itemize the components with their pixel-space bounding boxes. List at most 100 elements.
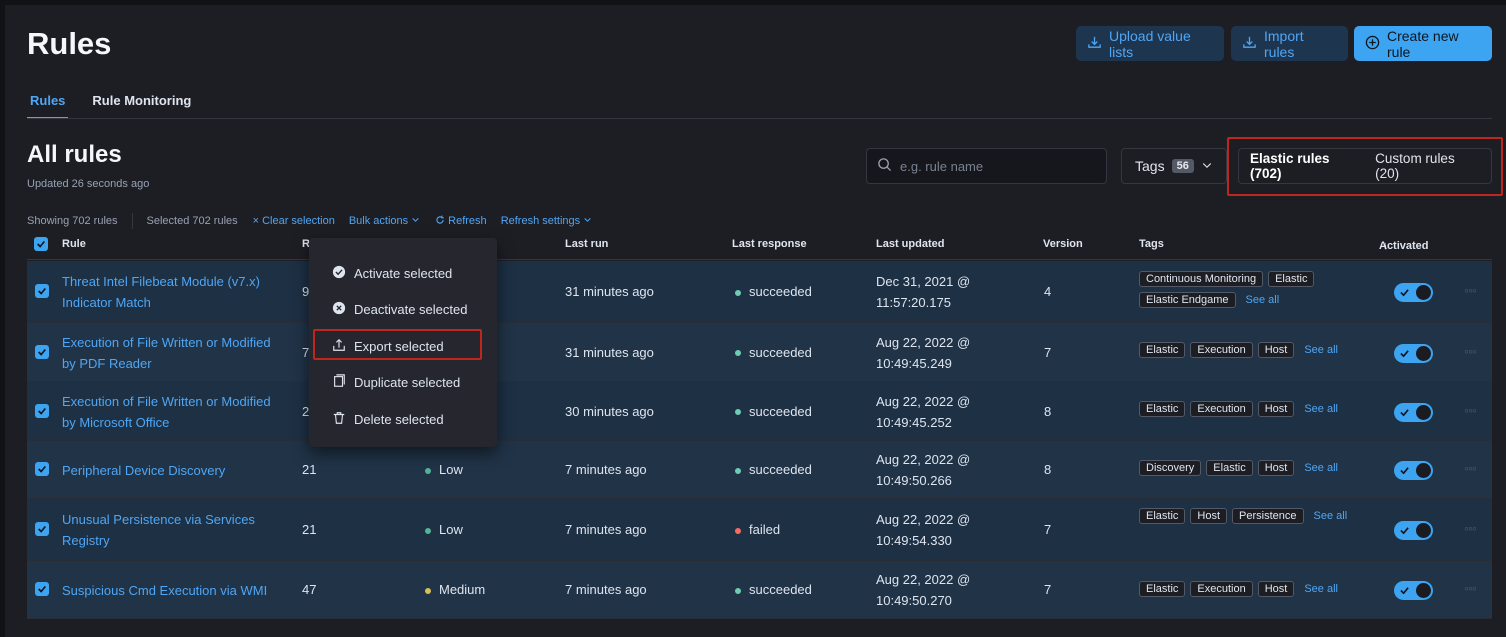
refresh-icon xyxy=(435,215,445,228)
tag-badge[interactable]: Execution xyxy=(1190,342,1253,358)
deactivate-selected-menu-item[interactable]: Deactivate selected xyxy=(309,292,497,329)
activated-toggle[interactable] xyxy=(1394,581,1433,600)
cross-circle-icon xyxy=(332,301,346,318)
activated-toggle[interactable] xyxy=(1394,461,1433,480)
tag-badge[interactable]: Discovery xyxy=(1139,460,1202,476)
import-icon xyxy=(1242,35,1257,53)
refresh-settings-button[interactable]: Refresh settings xyxy=(501,215,592,227)
check-circle-icon xyxy=(332,265,346,282)
tab-rules[interactable]: Rules xyxy=(27,88,69,119)
rule-name-link[interactable]: Peripheral Device Discovery xyxy=(62,460,292,481)
activate-selected-label: Activate selected xyxy=(354,265,453,281)
toggle-knob xyxy=(1416,463,1431,478)
column-header-version[interactable]: Version xyxy=(1043,238,1083,250)
tag-badge[interactable]: Continuous Monitoring xyxy=(1139,271,1264,287)
row-actions-icon[interactable]: ◦◦◦ xyxy=(1464,343,1477,359)
last-response-label: failed xyxy=(749,522,781,537)
toggle-knob xyxy=(1416,285,1431,300)
activated-toggle[interactable] xyxy=(1394,343,1433,363)
rule-version: 7 xyxy=(1044,522,1052,537)
toggle-knob xyxy=(1416,523,1431,538)
tag-badge[interactable]: Elastic xyxy=(1268,271,1315,287)
rule-name-line: Indicator Match xyxy=(62,295,151,310)
tag-badge[interactable]: Host xyxy=(1190,508,1228,524)
last-updated: Aug 22, 2022 @ 10:49:50.266 xyxy=(876,449,970,491)
row-actions-icon[interactable]: ◦◦◦ xyxy=(1464,402,1477,418)
updated-timestamp: Updated 26 seconds ago xyxy=(27,178,150,190)
column-header-rule[interactable]: Rule xyxy=(62,238,86,250)
tag-badge[interactable]: Host xyxy=(1257,401,1295,417)
see-all-tags-link[interactable]: See all xyxy=(1299,403,1343,415)
row-checkbox[interactable] xyxy=(35,403,49,418)
bulk-actions-button[interactable]: Bulk actions xyxy=(349,215,420,227)
status-dot xyxy=(735,527,741,534)
search-input[interactable] xyxy=(900,158,1090,174)
severity-dot xyxy=(425,527,431,534)
row-checkbox[interactable] xyxy=(35,344,49,359)
rule-name-link[interactable]: Unusual Persistence via Services Registr… xyxy=(62,509,292,551)
last-updated: Dec 31, 2021 @ 11:57:20.175 xyxy=(876,271,970,313)
tag-badge[interactable]: Execution xyxy=(1190,401,1253,417)
row-actions-icon[interactable]: ◦◦◦ xyxy=(1464,520,1477,536)
duplicate-selected-label: Duplicate selected xyxy=(354,375,461,391)
delete-selected-menu-item[interactable]: Delete selected xyxy=(309,401,497,438)
tag-list: Elastic Host Persistence See all xyxy=(1139,508,1364,524)
activated-toggle[interactable] xyxy=(1394,521,1433,540)
row-actions-icon[interactable]: ◦◦◦ xyxy=(1464,282,1477,298)
tag-badge[interactable]: Elastic xyxy=(1139,401,1186,417)
rule-name-link[interactable]: Threat Intel Filebeat Module (v7.x) Indi… xyxy=(62,271,292,313)
severity-label: Low xyxy=(439,522,463,537)
row-checkbox[interactable] xyxy=(35,582,49,596)
clear-selection-button[interactable]: × Clear selection xyxy=(253,215,335,227)
last-updated-date: Aug 22, 2022 @ xyxy=(876,334,971,350)
column-header-last-run[interactable]: Last run xyxy=(565,238,608,250)
activated-toggle[interactable] xyxy=(1394,283,1433,302)
tag-badge[interactable]: Host xyxy=(1257,460,1295,476)
rule-name-link[interactable]: Suspicious Cmd Execution via WMI xyxy=(62,580,292,601)
see-all-tags-link[interactable]: See all xyxy=(1309,510,1353,522)
last-run: 31 minutes ago xyxy=(565,344,654,360)
see-all-tags-link[interactable]: See all xyxy=(1299,583,1343,595)
tag-badge[interactable]: Elastic xyxy=(1206,460,1253,476)
import-rules-button[interactable]: Import rules xyxy=(1231,26,1348,61)
custom-rules-filter[interactable]: Custom rules (20) xyxy=(1375,151,1480,181)
rule-name-link[interactable]: Execution of File Written or Modified by… xyxy=(62,332,292,374)
tag-badge[interactable]: Elastic xyxy=(1139,342,1186,358)
row-checkbox[interactable] xyxy=(35,522,49,536)
toggle-knob xyxy=(1416,583,1431,598)
rule-name-link[interactable]: Execution of File Written or Modified by… xyxy=(62,391,292,433)
refresh-button[interactable]: Refresh xyxy=(435,215,487,228)
activated-toggle[interactable] xyxy=(1394,402,1433,422)
see-all-tags-link[interactable]: See all xyxy=(1299,344,1343,356)
tag-badge[interactable]: Execution xyxy=(1190,581,1253,597)
column-header-last-response[interactable]: Last response xyxy=(732,238,807,250)
tag-badge[interactable]: Elastic xyxy=(1139,581,1186,597)
tag-badge[interactable]: Elastic xyxy=(1139,508,1186,524)
search-field[interactable] xyxy=(866,148,1107,184)
tab-rule-monitoring[interactable]: Rule Monitoring xyxy=(89,88,194,119)
tags-filter-button[interactable]: Tags 56 xyxy=(1121,148,1227,184)
table-row: Threat Intel Filebeat Module (v7.x) Indi… xyxy=(27,261,1492,323)
tag-badge[interactable]: Persistence xyxy=(1232,508,1304,524)
see-all-tags-link[interactable]: See all xyxy=(1241,294,1285,306)
upload-value-lists-button[interactable]: Upload value lists xyxy=(1076,26,1224,61)
activate-selected-menu-item[interactable]: Activate selected xyxy=(309,255,497,292)
column-header-last-updated[interactable]: Last updated xyxy=(876,238,944,250)
row-checkbox[interactable] xyxy=(35,284,49,298)
row-actions-icon[interactable]: ◦◦◦ xyxy=(1464,460,1477,476)
duplicate-selected-menu-item[interactable]: Duplicate selected xyxy=(309,365,497,402)
top-strip xyxy=(0,0,1506,5)
select-all-checkbox[interactable] xyxy=(34,237,48,251)
last-updated-date: Dec 31, 2021 @ xyxy=(876,274,971,289)
see-all-tags-link[interactable]: See all xyxy=(1299,462,1343,474)
rule-type-filter: Elastic rules (702) Custom rules (20) xyxy=(1238,148,1492,184)
tag-badge[interactable]: Elastic Endgame xyxy=(1139,292,1236,308)
elastic-rules-filter[interactable]: Elastic rules (702) xyxy=(1250,151,1362,181)
last-updated: Aug 22, 2022 @ 10:49:54.330 xyxy=(876,509,970,551)
tag-badge[interactable]: Host xyxy=(1257,581,1295,597)
column-header-tags[interactable]: Tags xyxy=(1139,238,1164,250)
create-new-rule-button[interactable]: Create new rule xyxy=(1354,26,1492,61)
tag-badge[interactable]: Host xyxy=(1257,342,1295,358)
row-checkbox[interactable] xyxy=(35,462,49,476)
row-actions-icon[interactable]: ◦◦◦ xyxy=(1464,580,1477,596)
